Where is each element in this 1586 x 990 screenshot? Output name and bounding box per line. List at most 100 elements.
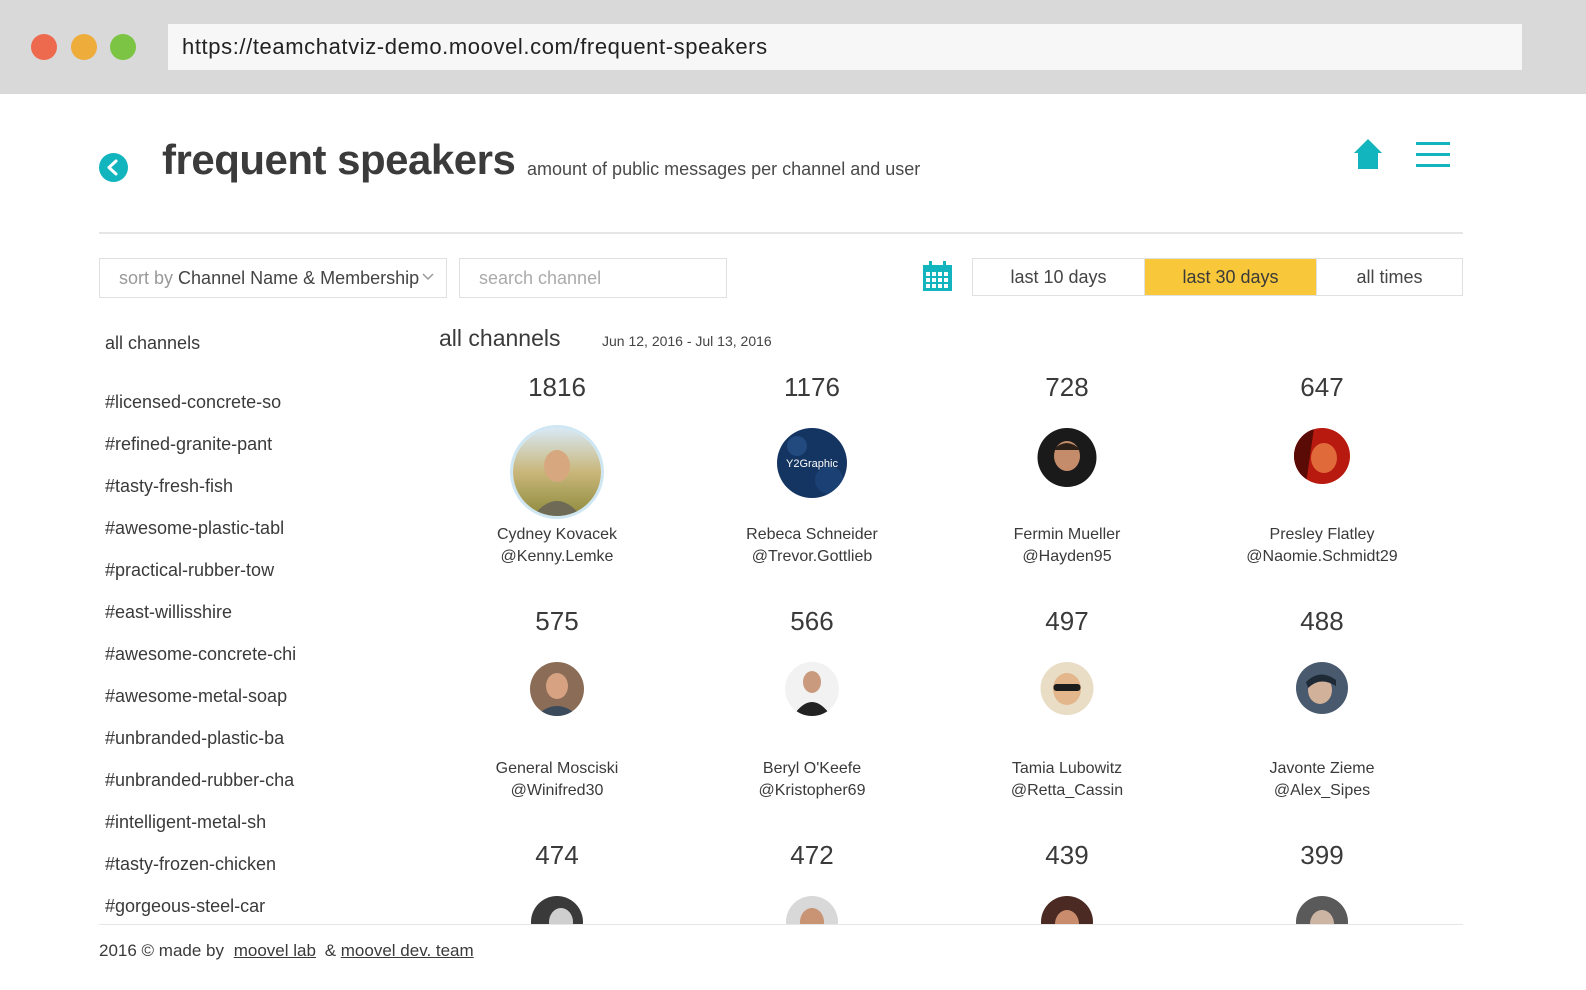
speaker-card[interactable]: 488 Javonte Zieme @Alex_Sipes	[1195, 604, 1449, 799]
channel-item[interactable]: #refined-granite-pant	[105, 432, 296, 474]
channel-item[interactable]: #intelligent-metal-sh	[105, 810, 296, 852]
search-channel-input[interactable]	[459, 258, 727, 298]
message-count: 497	[1045, 606, 1089, 636]
message-count: 575	[535, 606, 579, 636]
maximize-window-button[interactable]	[110, 34, 136, 60]
range-last-30-days[interactable]: last 30 days	[1145, 259, 1316, 295]
sort-prefix: sort by	[119, 268, 174, 288]
date-range-selector: last 10 days last 30 days all times	[972, 258, 1463, 296]
home-icon	[1354, 139, 1382, 169]
avatar: Y2Graphic	[777, 428, 847, 498]
moovel-lab-link[interactable]: moovel lab	[234, 941, 316, 960]
message-count: 728	[1045, 372, 1089, 402]
message-count: 488	[1300, 606, 1344, 636]
speaker-grid: 1816 Cydney Kovacek @Kenny.Lemke 1176 Y2…	[430, 370, 1470, 924]
footer: 2016 © made by moovel lab & moovel dev. …	[99, 941, 474, 961]
moovel-dev-team-link[interactable]: moovel dev. team	[341, 941, 474, 960]
date-range-label: Jun 12, 2016 - Jul 13, 2016	[602, 333, 772, 349]
speaker-card[interactable]: 566 Beryl O'Keefe @Kristopher69	[685, 604, 939, 799]
avatar	[513, 428, 601, 516]
back-button[interactable]	[99, 153, 128, 182]
channel-item[interactable]: #unbranded-rubber-cha	[105, 768, 296, 810]
avatar	[531, 896, 583, 924]
speaker-handle: @Kenny.Lemke	[500, 548, 614, 565]
speaker-card[interactable]: 1816 Cydney Kovacek @Kenny.Lemke	[430, 370, 684, 565]
speaker-name: Rebeca Schneider	[746, 526, 878, 543]
chevron-down-icon	[422, 273, 434, 281]
speaker-card[interactable]: 439	[940, 838, 1194, 924]
avatar-label: Y2Graphic	[786, 458, 838, 470]
speaker-handle: @Winifred30	[510, 782, 604, 799]
avatar	[1294, 428, 1350, 484]
calendar-icon	[923, 261, 952, 291]
speaker-card[interactable]: 474	[430, 838, 684, 924]
message-count: 472	[790, 840, 834, 870]
message-count: 647	[1300, 372, 1344, 402]
message-count: 474	[535, 840, 579, 870]
channel-item[interactable]: #practical-rubber-tow	[105, 558, 296, 600]
avatar	[1296, 662, 1348, 714]
channel-item[interactable]: #tasty-frozen-chicken	[105, 852, 296, 894]
channel-item[interactable]: #gorgeous-steel-car	[105, 894, 296, 936]
message-count: 566	[790, 606, 834, 636]
speaker-name: Presley Flatley	[1269, 526, 1375, 543]
sort-dropdown[interactable]: sort by Channel Name & Membership	[99, 258, 447, 298]
speaker-handle: @Alex_Sipes	[1273, 782, 1371, 799]
speaker-handle: @Retta_Cassin	[1010, 782, 1124, 799]
channel-item[interactable]: #unbranded-plastic-ba	[105, 726, 296, 768]
speaker-card[interactable]: 399	[1195, 838, 1449, 924]
speaker-name: Fermin Mueller	[1013, 526, 1121, 543]
footer-divider	[99, 924, 1463, 925]
header-divider	[99, 232, 1463, 234]
speaker-card[interactable]: 728 Fermin Mueller @Hayden95	[940, 370, 1194, 565]
speaker-card[interactable]: 497 Tamia Lubowitz @Retta_Cassin	[940, 604, 1194, 799]
avatar	[1296, 896, 1348, 924]
channel-item-all[interactable]: all channels	[105, 333, 296, 357]
message-count: 439	[1045, 840, 1089, 870]
avatar	[1037, 428, 1097, 487]
speaker-handle: @Hayden95	[1022, 548, 1112, 565]
footer-amp: &	[324, 941, 337, 960]
range-last-10-days[interactable]: last 10 days	[973, 259, 1145, 295]
sort-value: Channel Name & Membership	[178, 268, 420, 288]
avatar	[785, 662, 839, 716]
channel-item[interactable]: #awesome-plastic-tabl	[105, 516, 296, 558]
speaker-name: Tamia Lubowitz	[1011, 760, 1123, 777]
channel-item[interactable]: #awesome-concrete-chi	[105, 642, 296, 684]
speaker-card[interactable]: 472	[685, 838, 939, 924]
speaker-card[interactable]: 647 Presley Flatley @Naomie.Schmidt29	[1195, 370, 1449, 565]
home-button[interactable]	[1353, 138, 1383, 175]
hamburger-menu-icon	[1416, 142, 1450, 167]
channel-item[interactable]: #awesome-metal-soap	[105, 684, 296, 726]
back-arrow-icon	[107, 159, 118, 176]
speaker-name: Beryl O'Keefe	[762, 760, 862, 777]
message-count: 1816	[528, 372, 586, 402]
calendar-button[interactable]	[922, 261, 953, 297]
speaker-name: Cydney Kovacek	[496, 526, 618, 543]
avatar	[786, 896, 838, 924]
channel-item[interactable]: #east-willisshire	[105, 600, 296, 642]
channel-item[interactable]: #tasty-fresh-fish	[105, 474, 296, 516]
channel-item[interactable]: #licensed-concrete-so	[105, 390, 296, 432]
minimize-window-button[interactable]	[71, 34, 97, 60]
range-all-times[interactable]: all times	[1316, 259, 1462, 295]
section-title: all channels	[439, 325, 561, 351]
speaker-card[interactable]: 575 General Mosciski @Winifred30	[430, 604, 684, 799]
close-window-button[interactable]	[31, 34, 57, 60]
message-count: 399	[1300, 840, 1344, 870]
speaker-card[interactable]: 1176 Y2Graphic Rebeca Schneider @Trevor.…	[685, 370, 939, 565]
page-title: frequent speakers	[162, 136, 516, 183]
avatar	[1040, 662, 1094, 715]
browser-chrome: https://teamchatviz-demo.moovel.com/freq…	[0, 0, 1586, 94]
avatar	[1041, 896, 1093, 924]
speaker-handle: @Kristopher69	[758, 782, 866, 799]
speaker-handle: @Naomie.Schmidt29	[1246, 548, 1398, 565]
page-subtitle: amount of public messages per channel an…	[527, 159, 921, 179]
message-count: 1176	[784, 372, 840, 402]
speaker-handle: @Trevor.Gottlieb	[751, 548, 873, 565]
channel-list: all channels #licensed-concrete-so #refi…	[105, 333, 296, 936]
avatar	[530, 662, 584, 716]
address-bar[interactable]: https://teamchatviz-demo.moovel.com/freq…	[168, 24, 1522, 70]
menu-button[interactable]	[1416, 140, 1450, 175]
footer-prefix: 2016 © made by	[99, 941, 224, 960]
